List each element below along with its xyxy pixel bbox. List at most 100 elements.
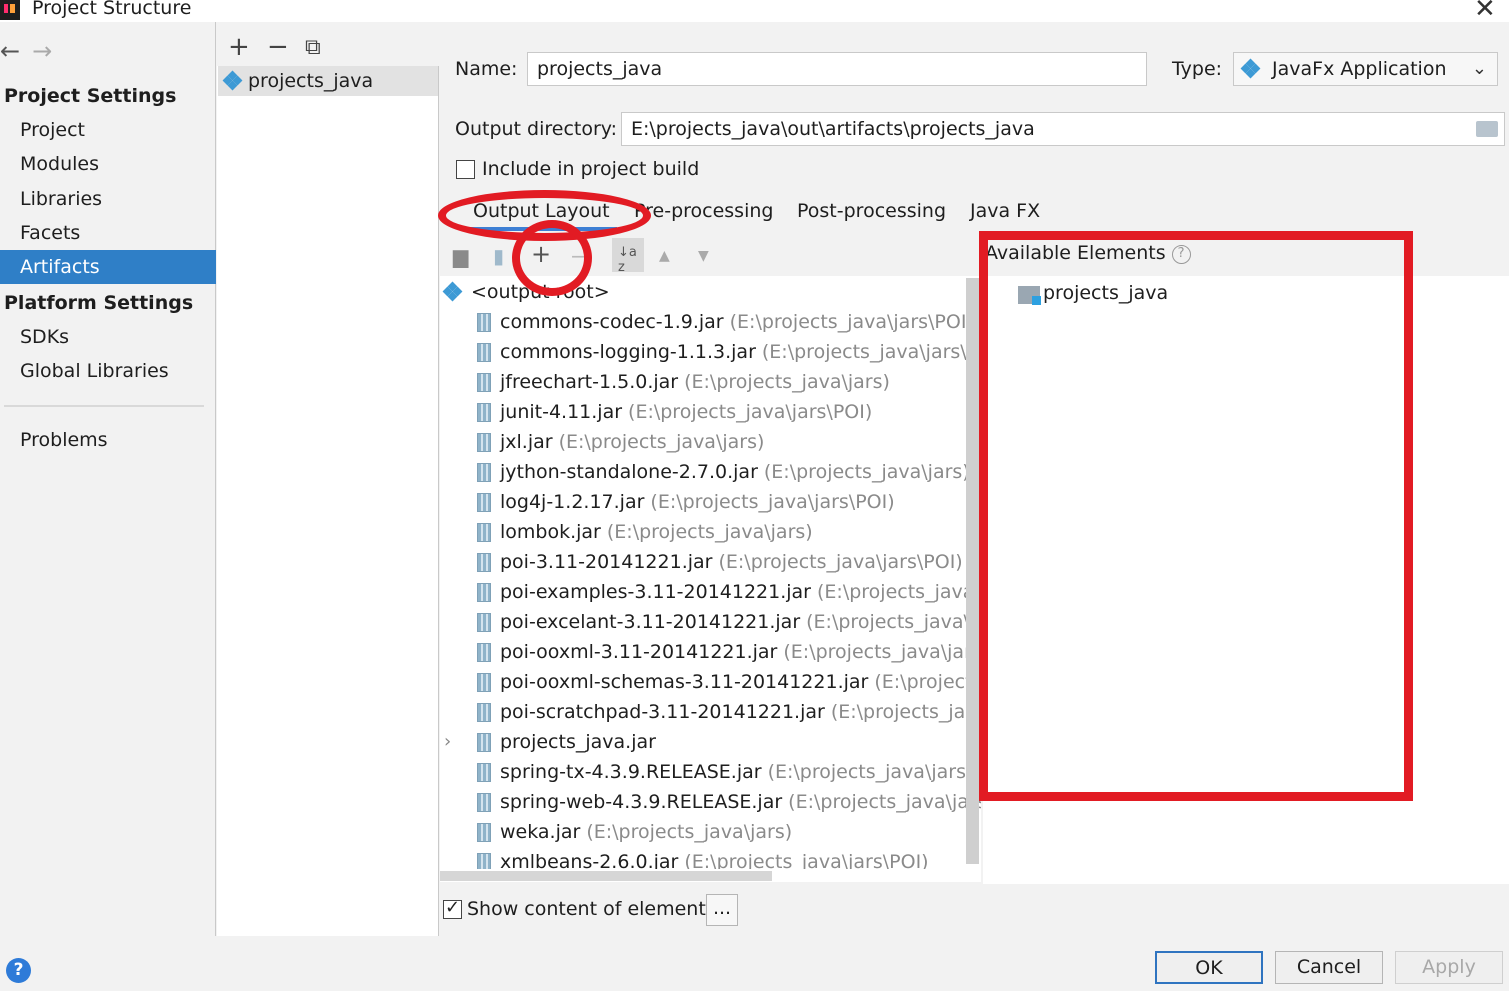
- tree-row[interactable]: spring-tx-4.3.9.RELEASE.jar (E:\projects_…: [440, 757, 981, 787]
- jar-name: poi-excelant-3.11-20141221.jar: [500, 611, 801, 633]
- tree-vertical-scrollbar[interactable]: [966, 278, 979, 864]
- tree-row[interactable]: poi-examples-3.11-20141221.jar (E:\projec…: [440, 577, 981, 607]
- jar-path: (E:\projects_java\jars\POI): [817, 581, 981, 603]
- expand-chevron-icon[interactable]: ›: [444, 727, 451, 757]
- jar-icon: [477, 493, 491, 512]
- jar-name: poi-examples-3.11-20141221.jar: [500, 581, 811, 603]
- tab-pre-processing[interactable]: Pre-processing: [634, 200, 773, 222]
- output-root-icon: [442, 281, 463, 302]
- sidebar-item-project[interactable]: Project: [0, 113, 216, 147]
- tree-row[interactable]: junit-4.11.jar (E:\projects_java\jars\POI…: [440, 397, 981, 427]
- jar-path: (E:\projects_java\jars): [763, 461, 970, 483]
- name-field[interactable]: projects_java: [527, 52, 1147, 86]
- show-content-checkbox[interactable]: [443, 897, 462, 919]
- sidebar-item-global-libraries[interactable]: Global Libraries: [0, 354, 216, 388]
- show-content-options-button[interactable]: ...: [706, 894, 738, 926]
- output-directory-field[interactable]: E:\projects_java\out\artifacts\projects_…: [621, 112, 1505, 146]
- jar-icon: [477, 583, 491, 602]
- tree-row[interactable]: poi-ooxml-schemas-3.11-20141221.jar (E:\p…: [440, 667, 981, 697]
- tree-row-label: weka.jar (E:\projects_java\jars): [500, 817, 792, 847]
- create-directory-icon[interactable]: ▆: [453, 244, 468, 268]
- jar-icon: [477, 613, 491, 632]
- sort-elements-button[interactable]: ↓a z: [612, 238, 644, 275]
- ok-button[interactable]: OK: [1155, 951, 1263, 984]
- intellij-app-icon: [0, 0, 20, 20]
- output-layout-tree: <output root> commons-codec-1.9.jar (E:\p…: [440, 276, 981, 882]
- create-archive-icon[interactable]: ▮: [493, 244, 504, 268]
- jar-icon: [477, 403, 491, 422]
- tree-row[interactable]: spring-web-4.3.9.RELEASE.jar (E:\projects…: [440, 787, 981, 817]
- sidebar-item-problems[interactable]: Problems: [0, 423, 216, 457]
- browse-folder-icon[interactable]: [1476, 121, 1498, 137]
- jar-name: spring-web-4.3.9.RELEASE.jar: [500, 791, 783, 813]
- back-arrow-icon[interactable]: ←: [0, 37, 20, 65]
- sidebar-item-libraries[interactable]: Libraries: [0, 182, 216, 216]
- tree-row-label: poi-ooxml-3.11-20141221.jar (E:\projects_…: [500, 637, 981, 667]
- move-up-button[interactable]: ▲: [659, 248, 670, 264]
- add-artifact-button[interactable]: +: [228, 32, 250, 62]
- jar-path: (E:\projects_java\jars\POI): [783, 641, 981, 663]
- jar-name: spring-tx-4.3.9.RELEASE.jar: [500, 761, 762, 783]
- copy-artifact-button[interactable]: ⧉: [305, 35, 321, 60]
- cancel-button[interactable]: Cancel: [1275, 951, 1383, 984]
- chevron-down-icon: ⌄: [1471, 58, 1487, 79]
- tree-row-label: junit-4.11.jar (E:\projects_java\jars\POI…: [500, 397, 872, 427]
- tree-row[interactable]: commons-logging-1.1.3.jar (E:\projects_ja…: [440, 337, 981, 367]
- tree-row[interactable]: jython-standalone-2.7.0.jar (E:\projects_…: [440, 457, 981, 487]
- jar-path: (E:\projects_java\jars): [684, 371, 890, 393]
- jar-name: poi-ooxml-schemas-3.11-20141221.jar: [500, 671, 869, 693]
- output-directory-label: Output directory:: [455, 118, 618, 140]
- type-select[interactable]: JavaFx Application ⌄: [1233, 52, 1498, 86]
- artifact-item-projects-java[interactable]: projects_java: [218, 66, 438, 96]
- tree-row[interactable]: poi-3.11-20141221.jar (E:\projects_java\j…: [440, 547, 981, 577]
- sidebar-item-sdks[interactable]: SDKs: [0, 320, 216, 354]
- tree-row[interactable]: weka.jar (E:\projects_java\jars): [440, 817, 981, 847]
- jar-path: (E:\projects_java\jars): [586, 821, 793, 843]
- artifacts-toolbar: + − ⧉: [217, 28, 439, 66]
- tree-row-label: jython-standalone-2.7.0.jar (E:\projects_…: [500, 457, 970, 487]
- move-down-button[interactable]: ▼: [698, 248, 709, 264]
- help-button-icon[interactable]: ?: [6, 958, 31, 983]
- tab-post-processing[interactable]: Post-processing: [797, 200, 946, 222]
- sidebar-item-artifacts[interactable]: Artifacts: [0, 250, 216, 284]
- output-directory-value: E:\projects_java\out\artifacts\projects_…: [631, 118, 1035, 140]
- project-settings-heading: Project Settings: [4, 85, 177, 107]
- tree-row[interactable]: poi-ooxml-3.11-20141221.jar (E:\projects_…: [440, 637, 981, 667]
- settings-sidebar: ← → Project Settings Project Modules Libr…: [0, 22, 216, 936]
- jar-icon: [477, 343, 491, 362]
- title-bar: Project Structure ✕: [0, 0, 1509, 24]
- apply-button[interactable]: Apply: [1395, 951, 1503, 984]
- include-in-build-checkbox[interactable]: [456, 160, 475, 179]
- tree-horizontal-scrollbar[interactable]: [440, 871, 772, 881]
- sidebar-item-modules[interactable]: Modules: [0, 147, 216, 181]
- jar-name: log4j-1.2.17.jar: [500, 491, 645, 513]
- tree-row[interactable]: jfreechart-1.5.0.jar (E:\projects_java\ja…: [440, 367, 981, 397]
- artifact-item-label: projects_java: [248, 70, 374, 92]
- tree-row[interactable]: poi-scratchpad-3.11-20141221.jar (E:\proj…: [440, 697, 981, 727]
- sidebar-item-facets[interactable]: Facets: [0, 216, 216, 250]
- remove-artifact-button[interactable]: −: [267, 32, 289, 62]
- tab-java-fx[interactable]: Java FX: [970, 200, 1040, 222]
- tree-row[interactable]: commons-codec-1.9.jar (E:\projects_java\j…: [440, 307, 981, 337]
- close-icon[interactable]: ✕: [1474, 0, 1496, 24]
- jar-name: jython-standalone-2.7.0.jar: [500, 461, 758, 483]
- tree-row[interactable]: log4j-1.2.17.jar (E:\projects_java\jars\P…: [440, 487, 981, 517]
- forward-arrow-icon[interactable]: →: [32, 37, 52, 65]
- javafx-type-icon: [1240, 58, 1261, 79]
- jar-icon: [477, 793, 491, 812]
- jar-icon: [477, 703, 491, 722]
- tree-row-label: jfreechart-1.5.0.jar (E:\projects_java\ja…: [500, 367, 890, 397]
- jar-icon: [477, 643, 491, 662]
- tree-row[interactable]: poi-excelant-3.11-20141221.jar (E:\projec…: [440, 607, 981, 637]
- tree-row[interactable]: lombok.jar (E:\projects_java\jars): [440, 517, 981, 547]
- annotation-circle: [512, 220, 592, 296]
- window-title: Project Structure: [32, 0, 192, 19]
- jar-name: poi-ooxml-3.11-20141221.jar: [500, 641, 778, 663]
- jar-name: weka.jar: [500, 821, 581, 843]
- jar-path: (E:\projects_java\jars): [606, 521, 813, 543]
- jar-path: (E:\projects_java\jars\spring): [788, 791, 981, 813]
- tree-row[interactable]: › projects_java.jar: [440, 727, 981, 757]
- tree-row[interactable]: jxl.jar (E:\projects_java\jars): [440, 427, 981, 457]
- jar-path: (E:\projects_java\jars\spring): [767, 761, 981, 783]
- tree-row-label: poi-scratchpad-3.11-20141221.jar (E:\proj…: [500, 697, 981, 727]
